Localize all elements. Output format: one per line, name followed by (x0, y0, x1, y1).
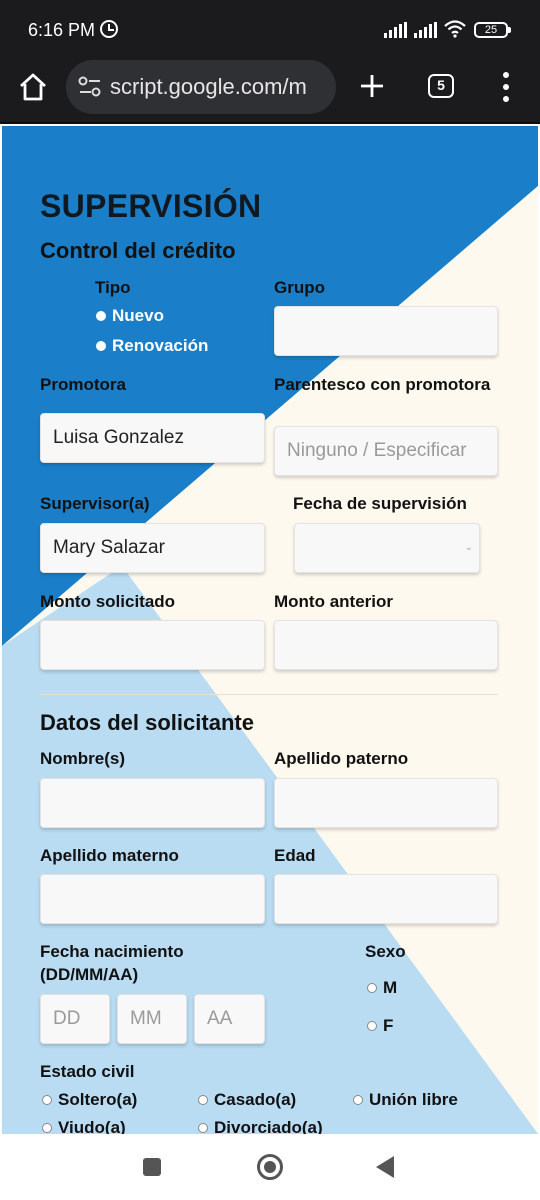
radio-sexo-f[interactable]: F (367, 1016, 393, 1036)
radio-divorciado[interactable]: Divorciado(a) (198, 1118, 323, 1134)
signal-icon (384, 22, 410, 38)
new-tab-icon[interactable] (358, 72, 386, 100)
radio-renovacion[interactable]: Renovación (96, 336, 208, 356)
monto-solicitado-input[interactable] (40, 620, 265, 670)
recents-icon[interactable] (143, 1158, 161, 1176)
more-options-icon[interactable] (500, 70, 512, 104)
estado-civil-label: Estado civil (40, 1062, 135, 1081)
nombre-input[interactable] (40, 778, 265, 828)
radio-icon (367, 1021, 377, 1031)
fecha-supervision-label: Fecha de supervisión (293, 494, 467, 513)
apellido-paterno-input[interactable] (274, 778, 498, 828)
radio-icon (353, 1095, 363, 1105)
nombre-label: Nombre(s) (40, 749, 126, 768)
home-button-icon[interactable] (257, 1154, 283, 1180)
tipo-label: Tipo (95, 278, 131, 297)
radio-nuevo[interactable]: Nuevo (96, 306, 164, 326)
radio-union-libre[interactable]: Unión libre (353, 1090, 458, 1110)
back-icon[interactable] (376, 1156, 394, 1178)
address-bar[interactable]: script.google.com/m (66, 60, 336, 114)
page-title: SUPERVISIÓN (40, 188, 262, 224)
tab-switcher-button[interactable]: 5 (428, 74, 454, 98)
supervisor-label: Supervisor(a) (40, 494, 150, 513)
chevron-down-icon: ⌄ (464, 542, 473, 553)
wifi-icon (444, 20, 466, 38)
signal-icon (414, 22, 440, 38)
radio-viudo[interactable]: Viudo(a) (42, 1118, 126, 1134)
monto-solicitado-label: Monto solicitado (40, 592, 176, 611)
radio-icon (42, 1123, 52, 1133)
fecha-supervision-select[interactable]: ⌄ (294, 523, 480, 573)
supervision-form: SUPERVISIÓN Control del crédito Tipo Nue… (0, 124, 540, 1134)
parentesco-input[interactable] (274, 426, 498, 476)
fecha-nacimiento-label: Fecha nacimiento (DD/MM/AA) (40, 942, 184, 984)
radio-sexo-m[interactable]: M (367, 978, 397, 998)
battery-icon: 25 (474, 22, 511, 38)
sexo-label: Sexo (365, 942, 406, 961)
status-time: 6:16 PM (28, 20, 96, 40)
url-text: script.google.com/m (110, 74, 307, 99)
radio-icon (367, 983, 377, 993)
monto-anterior-label: Monto anterior (274, 592, 393, 611)
edad-label: Edad (274, 846, 316, 865)
web-page: SUPERVISIÓN Control del crédito Tipo Nue… (0, 124, 540, 1134)
radio-icon (198, 1123, 208, 1133)
birth-day-input[interactable] (40, 994, 110, 1044)
section-divider (40, 694, 498, 695)
promotora-input[interactable] (40, 413, 265, 463)
grupo-label: Grupo (274, 278, 325, 297)
grupo-input[interactable] (274, 306, 498, 356)
radio-icon (96, 311, 106, 321)
radio-icon (198, 1095, 208, 1105)
promotora-label: Promotora (40, 375, 126, 394)
supervisor-input[interactable] (40, 523, 265, 573)
radio-icon (96, 341, 106, 351)
radio-casado[interactable]: Casado(a) (198, 1090, 296, 1110)
apellido-materno-label: Apellido materno (40, 846, 179, 865)
radio-icon (42, 1095, 52, 1105)
apellido-paterno-label: Apellido paterno (274, 749, 409, 768)
system-nav-bar (0, 1134, 540, 1200)
birth-month-input[interactable] (117, 994, 187, 1044)
site-settings-icon[interactable] (78, 76, 102, 98)
section-title-credit: Control del crédito (40, 238, 236, 263)
home-icon[interactable] (18, 72, 48, 102)
browser-toolbar: script.google.com/m 5 (0, 56, 540, 124)
section-title-applicant: Datos del solicitante (40, 710, 254, 735)
radio-soltero[interactable]: Soltero(a) (42, 1090, 137, 1110)
apellido-materno-input[interactable] (40, 874, 265, 924)
alarm-icon (100, 20, 118, 38)
status-bar: 6:16 PM 25 (0, 0, 540, 56)
parentesco-label: Parentesco con promotora (274, 375, 491, 394)
edad-input[interactable] (274, 874, 498, 924)
monto-anterior-input[interactable] (274, 620, 498, 670)
birth-year-input[interactable] (194, 994, 265, 1044)
